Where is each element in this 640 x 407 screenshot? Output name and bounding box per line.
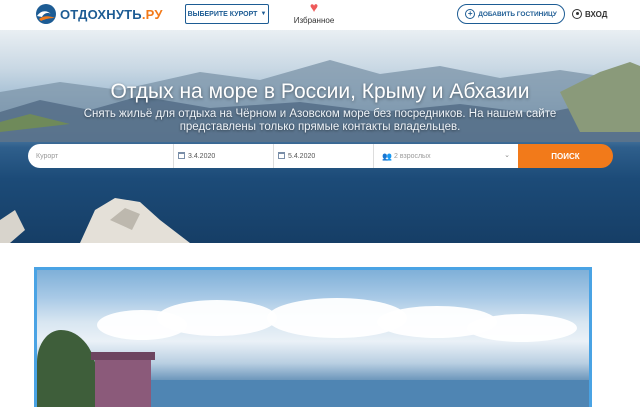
resort-input[interactable]: Курорт: [28, 144, 173, 168]
plus-circle-icon: +: [465, 9, 476, 19]
site-header: ОТДОХНУТЬ.РУ ВЫБЕРИТЕ КУРОРТ ▼ ♥ Избранн…: [0, 0, 640, 30]
tree: [37, 330, 97, 407]
hero-title: Отдых на море в России, Крыму и Абхазии: [110, 80, 530, 103]
site-logo[interactable]: ОТДОХНУТЬ.РУ: [34, 3, 164, 25]
resort-placeholder: Курорт: [36, 152, 59, 160]
checkin-date-value: 3.4.2020: [188, 152, 216, 160]
hero-banner: Отдых на море в России, Крыму и Абхазии …: [0, 30, 640, 243]
rocks-foreground: [0, 198, 190, 243]
cloud: [157, 300, 277, 336]
login-link[interactable]: ВХОД: [572, 7, 607, 21]
featured-photo[interactable]: [34, 267, 592, 407]
hero-subtitle: Снять жильё для отдыха на Чёрном и Азовс…: [83, 108, 557, 133]
chevron-down-icon: ▼: [260, 11, 267, 17]
guests-value: 2 взрослых: [394, 152, 431, 160]
user-icon: [572, 9, 582, 19]
sea: [147, 380, 589, 407]
choose-resort-label: ВЫБЕРИТЕ КУРОРТ: [187, 10, 258, 18]
checkout-date-field[interactable]: 5.4.2020: [273, 144, 373, 168]
cloud: [467, 314, 577, 342]
add-hotel-button[interactable]: + ДОБАВИТЬ ГОСТИНИЦУ: [457, 4, 565, 24]
login-label: ВХОД: [585, 9, 608, 19]
heart-icon: ♥: [309, 0, 319, 15]
search-button[interactable]: ПОИСК: [518, 144, 613, 168]
choose-resort-button[interactable]: ВЫБЕРИТЕ КУРОРТ ▼: [185, 4, 269, 24]
checkin-date-field[interactable]: 3.4.2020: [173, 144, 273, 168]
favorites-label: Избранное: [293, 16, 335, 25]
calendar-icon: [278, 152, 285, 159]
search-form: Курорт 3.4.2020 5.4.2020 👥 2 взрослых ⌄ …: [28, 144, 613, 168]
logo-text: ОТДОХНУТЬ.РУ: [60, 6, 163, 22]
checkout-date-value: 5.4.2020: [288, 152, 316, 160]
favorites-link[interactable]: ♥ Избранное: [288, 0, 340, 28]
calendar-icon: [178, 152, 185, 159]
users-icon: 👥: [382, 151, 392, 161]
chevron-down-icon: ⌄: [504, 152, 510, 159]
add-hotel-label: ДОБАВИТЬ ГОСТИНИЦУ: [478, 10, 557, 18]
guests-select[interactable]: 👥 2 взрослых ⌄: [373, 144, 518, 168]
wave-logo-icon: [36, 4, 56, 24]
